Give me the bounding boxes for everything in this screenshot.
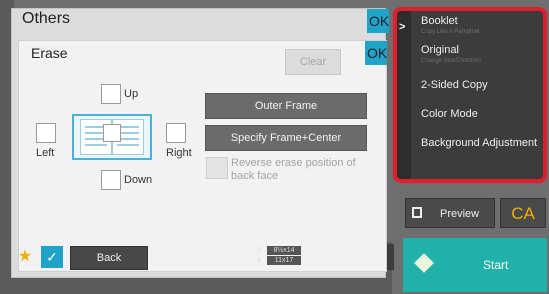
others-ok-button[interactable]: OK — [367, 9, 389, 33]
menu-item-background-adjustment[interactable]: Background Adjustment — [421, 137, 537, 149]
down-label: Down — [124, 174, 153, 186]
outer-frame-button[interactable]: Outer Frame — [205, 93, 367, 119]
others-title: Others — [22, 10, 71, 27]
preview-button[interactable]: Preview — [405, 198, 495, 228]
reverse-erase-checkbox[interactable] — [206, 157, 228, 179]
chevron-right-icon[interactable]: > — [399, 21, 405, 33]
menu-item-2-sided-copy[interactable]: 2-Sided Copy — [421, 79, 488, 91]
menu-item-booklet[interactable]: Booklet — [421, 15, 458, 27]
left-label: Left — [36, 147, 55, 159]
tray-number: 3 — [257, 247, 261, 254]
paper-tray-list: 3 8½x14 4 11x17 — [255, 246, 321, 266]
start-label: Start — [483, 258, 509, 272]
clear-button[interactable]: Clear — [285, 49, 341, 75]
menu-sidebar: > — [397, 11, 411, 179]
menu-item-original[interactable]: Original — [421, 44, 459, 56]
preview-icon — [412, 207, 422, 218]
back-button[interactable]: Back — [70, 246, 148, 270]
reverse-erase-label: Reverse erase position of back face — [231, 157, 356, 182]
erase-center-checkbox[interactable] — [103, 124, 121, 142]
erase-title: Erase — [31, 45, 68, 61]
start-button[interactable]: Start — [403, 238, 547, 292]
preview-label: Preview — [440, 208, 480, 220]
clear-all-button[interactable]: CA — [500, 198, 546, 228]
start-diamond-icon — [414, 253, 434, 273]
check-icon[interactable]: ✓ — [41, 246, 63, 268]
specify-frame-center-button[interactable]: Specify Frame+Center — [205, 125, 367, 151]
up-label: Up — [124, 88, 139, 100]
right-label: Right — [166, 147, 192, 159]
tray-size: 8½x14 — [267, 246, 301, 255]
menu-item-booklet-sublabel: Copy Like A Pamphlet — [421, 29, 480, 35]
menu-item-color-mode[interactable]: Color Mode — [421, 108, 478, 120]
favorite-star-icon[interactable]: ★ — [14, 246, 36, 268]
erase-left-checkbox[interactable] — [36, 123, 56, 143]
tray-size: 11x17 — [267, 256, 301, 265]
erase-ok-button[interactable]: OK — [365, 41, 387, 65]
tray-number: 4 — [257, 257, 261, 264]
menu-item-original-sublabel: Change Size/Direction — [421, 58, 481, 64]
tray-row: 3 8½x14 — [255, 246, 321, 255]
erase-down-checkbox[interactable] — [101, 170, 121, 190]
tray-row: 4 11x17 — [255, 256, 321, 265]
function-menu-panel: > Booklet Copy Like A Pamphlet Original … — [393, 7, 547, 183]
erase-right-checkbox[interactable] — [166, 123, 186, 143]
erase-up-checkbox[interactable] — [101, 84, 121, 104]
